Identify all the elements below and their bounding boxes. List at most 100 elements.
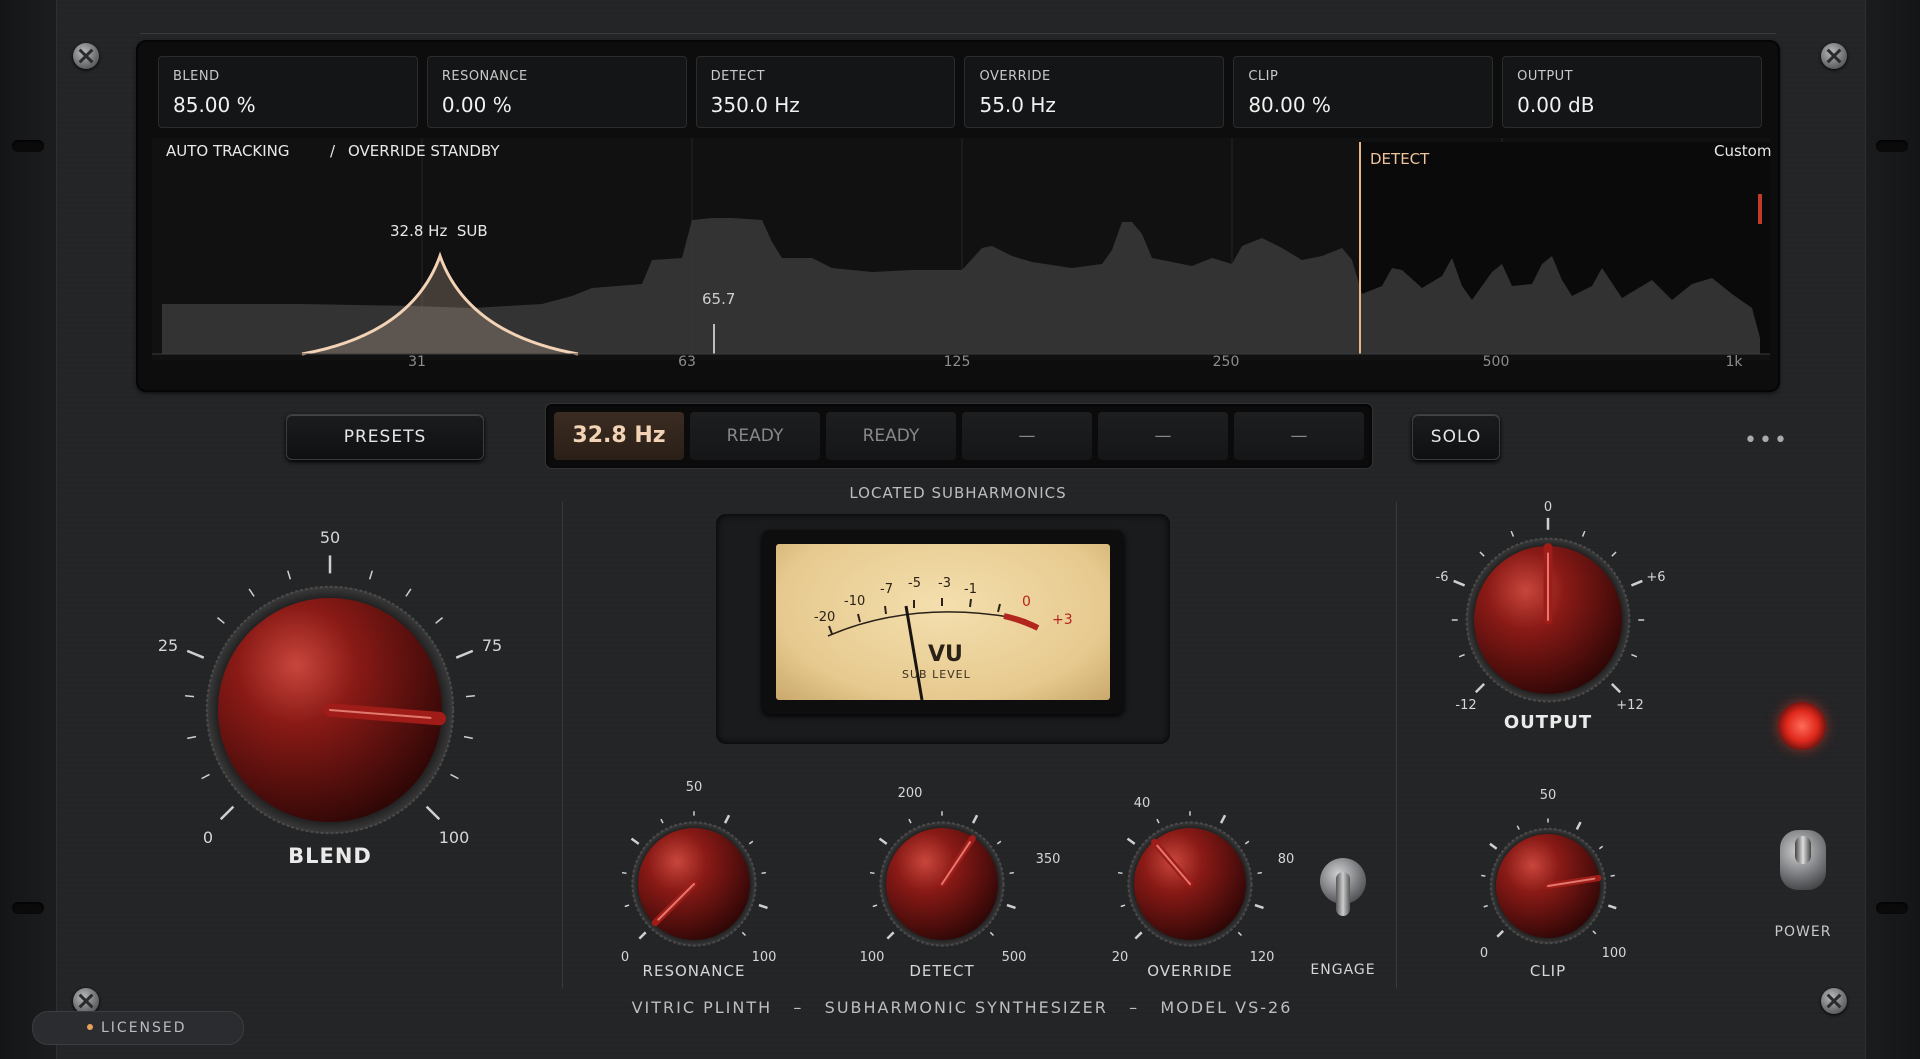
knob-scale-label: 50 [685,780,703,795]
footer-model-name: VITRIC PLINTH – SUBHARMONIC SYNTHESIZER … [631,998,1293,1017]
license-badge[interactable]: LICENSED [32,1011,244,1045]
vu-scale-label: -3 [938,576,951,591]
subharmonic-slots: 32.8 Hz READY READY — — — [546,404,1372,468]
detect-label: DETECT [1370,150,1430,168]
parameter-readouts: BLEND 85.00 % RESONANCE 0.00 % DETECT 350.0… [158,56,1762,128]
knob-scale-label: 80 [1277,852,1295,867]
readout-output[interactable]: OUTPUT 0.00 dB [1502,56,1762,128]
more-options-icon[interactable]: ••• [1744,428,1789,453]
vu-scale-label: -10 [844,594,866,609]
override-knob-label: OVERRIDE [1147,962,1233,980]
knob-scale-label: -6 [1435,570,1449,585]
screw-icon [1821,43,1847,69]
mode-separator: / [330,142,336,160]
preset-name: Custom [1714,142,1772,160]
knob-scale-label: 200 [897,786,923,801]
resonance-label: RESONANCE [642,962,746,980]
slot-6[interactable]: — [1234,412,1364,460]
freq-tick-label: 1k [1725,354,1743,370]
freq-tick-label: 500 [1482,354,1510,370]
knob-scale-label: 0 [1479,946,1489,961]
knob-scale-label: 500 [1001,950,1027,965]
knob-scale-label: 120 [1249,950,1275,965]
readout-value: 80.00 % [1248,93,1331,117]
readout-override[interactable]: OVERRIDE 55.0 Hz [964,56,1225,128]
knob-scale-label: 100 [1601,946,1627,961]
readout-value: 0.00 % [441,93,512,117]
readout-clip[interactable]: CLIP 80.00 % [1233,56,1494,128]
readout-label: RESONANCE [441,69,528,84]
marker-label: 65.7 [702,290,736,308]
power-toggle[interactable] [1780,830,1826,890]
level-indicator [1758,194,1762,224]
rack-slot [12,902,44,914]
readout-value: 350.0 Hz [710,93,800,117]
knob-scale-label: 100 [438,828,470,847]
analyzer-display: BLEND 85.00 % RESONANCE 0.00 % DETECT 350.0… [138,42,1778,390]
clip-label: CLIP [1529,962,1567,980]
screw-icon [1821,988,1847,1014]
readout-resonance[interactable]: RESONANCE 0.00 % [426,56,687,128]
freq-tick-label: 63 [678,354,696,370]
rack-slot [1876,140,1908,152]
engage-label: ENGAGE [1310,962,1376,978]
presets-button[interactable]: PRESETS [286,414,484,460]
knob-scale-label: 0 [1543,500,1553,515]
top-rule [140,33,1776,34]
toggle-lever-icon [1336,872,1350,916]
section-title: LOCATED SUBHARMONICS [849,484,1067,502]
license-status-dot-icon [87,1024,93,1030]
vu-meter: -20 -10 -7 -5 -3 -1 0 +3 VU SUB LEVEL [762,530,1124,714]
readout-label: OUTPUT [1517,69,1574,84]
sub-peak-label: 32.8 Hz SUB [390,222,488,240]
readout-label: DETECT [710,69,766,84]
slot-2[interactable]: READY [690,412,820,460]
vu-title: VU [928,642,963,667]
solo-button[interactable]: SOLO [1412,414,1500,460]
knob-scale-label: 0 [202,828,214,847]
knob-scale-label: 25 [157,636,179,655]
readout-blend[interactable]: BLEND 85.00 % [158,56,418,128]
knob-scale-label: 100 [751,950,777,965]
readout-label: BLEND [173,69,220,84]
slot-1[interactable]: 32.8 Hz [554,412,684,460]
knob-scale-label: +6 [1646,570,1666,585]
rack-slot [1876,902,1908,914]
vu-subtitle: SUB LEVEL [902,668,971,681]
vu-face: -20 -10 -7 -5 -3 -1 0 +3 VU SUB LEVEL [776,544,1110,700]
slot-3[interactable]: READY [826,412,956,460]
knob-scale-label: 0 [620,950,630,965]
vu-scale-label: -7 [880,582,893,597]
readout-label: OVERRIDE [979,69,1051,84]
readout-detect[interactable]: DETECT 350.0 Hz [695,56,956,128]
spectrum-area[interactable]: AUTO TRACKING / OVERRIDE STANDBY 32.8 Hz… [152,138,1772,360]
license-label: LICENSED [101,1020,187,1036]
vu-needle [904,605,924,700]
power-led-icon [1778,702,1826,750]
readout-value: 0.00 dB [1517,93,1595,117]
vu-scale-label: -5 [908,576,921,591]
knob-scale-label: 75 [481,636,503,655]
slot-5[interactable]: — [1098,412,1228,460]
readout-label: CLIP [1248,69,1279,84]
toggle-lever-icon [1795,836,1811,864]
vu-scale-label: -1 [964,582,977,597]
power-label: POWER [1774,924,1832,940]
section-divider [562,502,563,988]
knob-scale-label: 20 [1111,950,1129,965]
knob-scale-label: 50 [1539,788,1557,803]
knob-scale-label: 40 [1133,796,1151,811]
vu-scale-label: +3 [1052,612,1073,628]
freq-tick-label: 125 [943,354,971,370]
slot-4[interactable]: — [962,412,1092,460]
section-divider [1396,502,1397,988]
readout-value: 85.00 % [173,93,256,117]
readout-value: 55.0 Hz [979,93,1056,117]
freq-tick-label: 250 [1212,354,1240,370]
override-mode-label: OVERRIDE STANDBY [348,142,500,160]
knob-scale-label: 350 [1035,852,1061,867]
engage-toggle[interactable] [1320,858,1366,916]
output-label: OUTPUT [1503,712,1593,733]
blend-label: BLEND [288,844,372,868]
detect-knob-label: DETECT [909,962,975,980]
